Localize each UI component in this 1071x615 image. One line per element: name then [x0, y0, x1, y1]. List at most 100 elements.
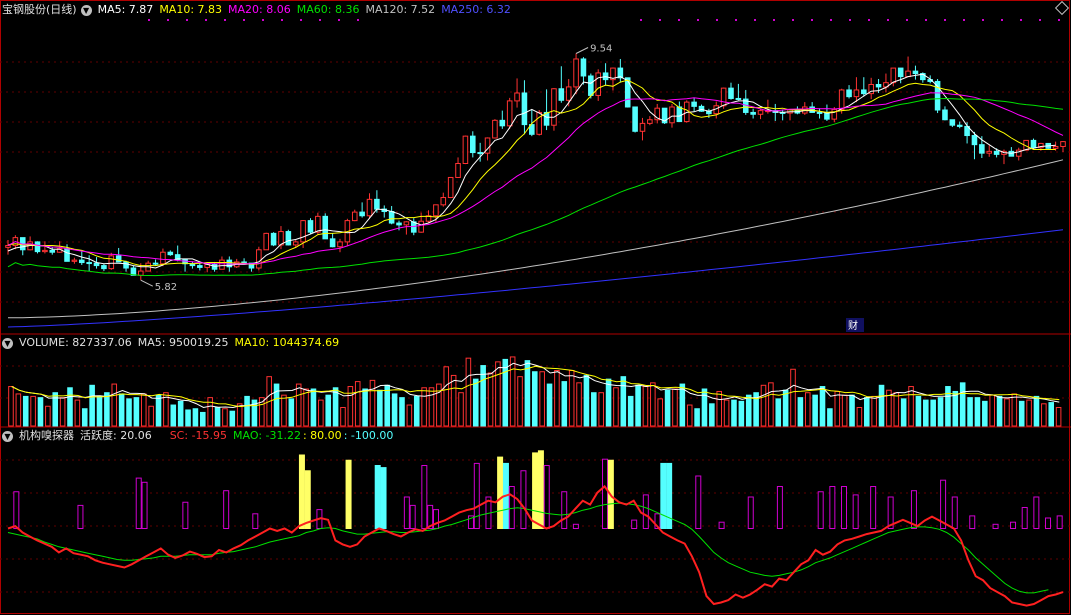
candle-body — [64, 248, 70, 262]
volume-bar — [554, 370, 560, 427]
volume-bar — [170, 404, 177, 427]
candle-body — [514, 92, 520, 102]
volume-ma10-label: MA10: 1044374.69 — [234, 336, 340, 349]
volume-bar — [923, 399, 929, 427]
indicator-bar — [829, 486, 836, 529]
candle-body — [470, 135, 476, 154]
volume-bar — [288, 398, 295, 427]
volume-bar — [104, 392, 110, 427]
volume-bar — [310, 388, 317, 427]
stock-name[interactable]: 宝钢股份(日线) — [2, 2, 77, 18]
volume-bar — [686, 404, 693, 427]
volume-bar — [989, 394, 995, 427]
indicator-name[interactable]: 机构嗅探器 — [19, 428, 74, 444]
volume-menu-icon[interactable]: ▼ — [2, 337, 13, 349]
indicator-bar — [1010, 521, 1017, 530]
indicator-bar — [969, 515, 976, 530]
candle-body — [270, 232, 277, 246]
signal-dot — [1039, 19, 1041, 21]
candle-body — [905, 70, 911, 78]
volume-bar — [723, 399, 730, 427]
volume-bar — [900, 398, 907, 427]
volume-bar — [229, 410, 236, 427]
candle-body — [418, 220, 424, 233]
indicator-bar — [841, 486, 848, 529]
candle-body — [506, 100, 513, 127]
candle-body — [838, 89, 845, 110]
candle-body — [942, 109, 948, 121]
volume-bar — [827, 408, 833, 427]
signal-dot — [186, 19, 188, 21]
volume-bar — [126, 398, 132, 427]
volume-bar — [782, 389, 789, 427]
candle-body — [573, 58, 579, 88]
volume-bar — [760, 384, 767, 427]
indicator-bar — [543, 465, 550, 529]
signal-dot — [262, 19, 264, 21]
candle-body — [750, 111, 756, 115]
volume-bar — [340, 407, 346, 427]
volume-bar — [937, 397, 944, 427]
stock-chart[interactable]: 9.54 5.82 财 — [0, 0, 1071, 615]
ma120-line — [8, 159, 1064, 319]
volume-bar — [915, 395, 922, 427]
volume-bar — [384, 384, 391, 427]
indicator-bar — [642, 494, 649, 529]
volume-bar — [996, 395, 1003, 427]
volume-bar — [605, 378, 612, 427]
volume-bar — [672, 388, 678, 427]
ma250-line — [7, 229, 1064, 328]
candle-body — [138, 270, 144, 276]
indicator-menu-icon[interactable]: ▼ — [80, 4, 92, 16]
candle-body — [720, 87, 727, 107]
volume-bars-group — [8, 356, 1062, 427]
volume-bar — [1033, 395, 1040, 427]
volume-bar — [804, 392, 811, 427]
volume-bar — [591, 392, 597, 427]
candle-body — [5, 245, 11, 248]
signal-dot — [944, 19, 946, 21]
indicator-bar — [660, 462, 667, 529]
indicator-bar — [561, 491, 568, 529]
candle-body — [152, 262, 159, 265]
volume-bar — [1055, 407, 1062, 427]
candle-body — [34, 241, 41, 253]
volume-bar — [576, 382, 582, 427]
indicator-sub-menu-icon[interactable]: ▼ — [2, 430, 13, 442]
signal-dot — [1020, 19, 1022, 21]
volume-bar — [849, 394, 855, 427]
volume-bar — [878, 384, 885, 427]
candle-body — [101, 265, 107, 270]
volume-ma5-label: MA5: 950019.25 — [137, 336, 229, 349]
candle-body — [831, 108, 838, 120]
signal-dot — [1058, 19, 1060, 21]
volume-bar — [15, 393, 22, 427]
volume-bar — [428, 387, 435, 427]
volume-bar — [74, 399, 81, 427]
activity-label: 活跃度: 20.06 — [80, 429, 152, 442]
indicator-bar — [182, 501, 189, 529]
volume-bar — [67, 387, 73, 427]
indicator-bar — [718, 521, 725, 530]
signal-dot — [906, 19, 908, 21]
candle-body — [499, 119, 506, 127]
indicator-bar — [537, 450, 544, 529]
ma5-label: MA5: 7.87 — [97, 3, 154, 16]
mao-label: MAO: -31.22 — [233, 429, 301, 442]
candle-body — [160, 251, 166, 265]
candle-body — [278, 231, 284, 246]
signal-dot — [148, 19, 150, 21]
ma60-label: MA60: 8.36 — [296, 3, 360, 16]
volume-bar — [1018, 400, 1025, 427]
volume-bar — [797, 397, 804, 427]
candle-body — [447, 176, 454, 199]
candle-body — [558, 88, 565, 101]
candle-body — [492, 119, 498, 139]
candle-body — [477, 152, 483, 155]
candle-body — [462, 135, 469, 164]
volume-bar — [709, 403, 715, 427]
volume-bar — [1026, 399, 1032, 427]
volume-bar — [982, 400, 988, 427]
candle-body — [632, 106, 638, 132]
signal-dot — [640, 19, 642, 21]
